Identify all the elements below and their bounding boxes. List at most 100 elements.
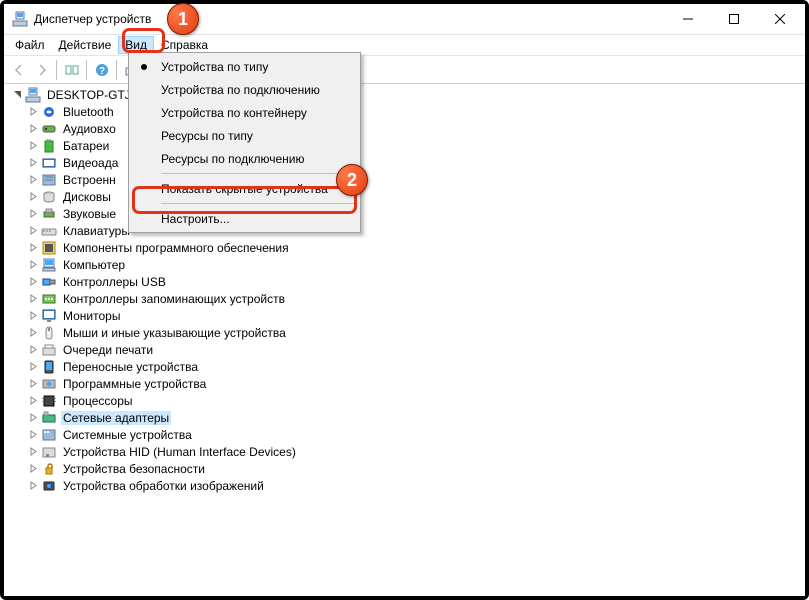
tree-item-label[interactable]: Устройства обработки изображений bbox=[61, 479, 266, 493]
dd-resources-by-type[interactable]: Ресурсы по типу bbox=[131, 124, 358, 147]
tree-item[interactable]: Устройства безопасности bbox=[6, 460, 805, 477]
dd-customize[interactable]: Настроить... bbox=[131, 207, 358, 230]
expander-icon[interactable] bbox=[26, 190, 40, 204]
expander-icon[interactable] bbox=[26, 122, 40, 136]
tree-item-label[interactable]: Дисковы bbox=[61, 190, 113, 204]
tree-item-label[interactable]: Встроенн bbox=[61, 173, 118, 187]
expander-icon[interactable] bbox=[26, 292, 40, 306]
tree-item[interactable]: Батареи bbox=[6, 137, 805, 154]
maximize-button[interactable] bbox=[711, 4, 757, 34]
expander-icon[interactable] bbox=[26, 343, 40, 357]
expander-icon[interactable] bbox=[26, 309, 40, 323]
menu-file[interactable]: Файл bbox=[8, 36, 52, 54]
tree-item-label[interactable]: Компьютер bbox=[61, 258, 127, 272]
expander-icon[interactable] bbox=[26, 173, 40, 187]
expander-icon[interactable] bbox=[26, 360, 40, 374]
expander-icon[interactable] bbox=[26, 224, 40, 238]
dd-show-hidden[interactable]: Показать скрытые устройства bbox=[131, 177, 358, 200]
tree-item-label[interactable]: Мыши и иные указывающие устройства bbox=[61, 326, 288, 340]
tree-item-label[interactable]: Программные устройства bbox=[61, 377, 208, 391]
device-icon bbox=[41, 223, 57, 239]
tree-item[interactable]: Дисковы bbox=[6, 188, 805, 205]
expander-icon[interactable] bbox=[26, 105, 40, 119]
tree-item-label[interactable]: Аудиовхо bbox=[61, 122, 118, 136]
tree-item-label[interactable]: Процессоры bbox=[61, 394, 135, 408]
tree-item[interactable]: Процессоры bbox=[6, 392, 805, 409]
tree-item-label[interactable]: Контроллеры запоминающих устройств bbox=[61, 292, 287, 306]
tree-item-label[interactable]: Сетевые адаптеры bbox=[61, 411, 171, 425]
tree-item[interactable]: Видеоада bbox=[6, 154, 805, 171]
minimize-button[interactable] bbox=[665, 4, 711, 34]
expander-icon[interactable] bbox=[26, 479, 40, 493]
tree-item-label[interactable]: Переносные устройства bbox=[61, 360, 200, 374]
expander-icon[interactable] bbox=[26, 326, 40, 340]
tree-item[interactable]: Звуковые bbox=[6, 205, 805, 222]
tb-separator bbox=[56, 60, 57, 80]
tree-item[interactable]: Компоненты программного обеспечения bbox=[6, 239, 805, 256]
device-icon bbox=[41, 240, 57, 256]
tree-item-label[interactable]: Звуковые bbox=[61, 207, 118, 221]
expander-icon[interactable] bbox=[26, 275, 40, 289]
dd-devices-by-type[interactable]: Устройства по типу bbox=[131, 55, 358, 78]
menu-action[interactable]: Действие bbox=[52, 36, 119, 54]
tree-item[interactable]: Bluetooth bbox=[6, 103, 805, 120]
tree-item-label[interactable]: Очереди печати bbox=[61, 343, 155, 357]
expander-icon[interactable] bbox=[26, 462, 40, 476]
tree-item[interactable]: Мониторы bbox=[6, 307, 805, 324]
tree-item[interactable]: Контроллеры запоминающих устройств bbox=[6, 290, 805, 307]
tree-item[interactable]: Устройства обработки изображений bbox=[6, 477, 805, 494]
expander-icon[interactable] bbox=[26, 156, 40, 170]
tree-item-label[interactable]: Клавиатуры bbox=[61, 224, 132, 238]
expander-icon[interactable] bbox=[26, 139, 40, 153]
device-icon bbox=[41, 121, 57, 137]
expander-icon[interactable] bbox=[26, 258, 40, 272]
expander-icon[interactable] bbox=[26, 377, 40, 391]
device-icon bbox=[41, 342, 57, 358]
dd-resources-by-connection[interactable]: Ресурсы по подключению bbox=[131, 147, 358, 170]
tree-item[interactable]: Переносные устройства bbox=[6, 358, 805, 375]
tree-item[interactable]: Аудиовхо bbox=[6, 120, 805, 137]
tree-item-label[interactable]: Мониторы bbox=[61, 309, 122, 323]
expander-icon[interactable] bbox=[10, 88, 24, 102]
device-icon bbox=[41, 274, 57, 290]
device-icon bbox=[41, 410, 57, 426]
tree-item[interactable]: Мыши и иные указывающие устройства bbox=[6, 324, 805, 341]
tree-item-label[interactable]: Устройства HID (Human Interface Devices) bbox=[61, 445, 298, 459]
expander-icon[interactable] bbox=[26, 428, 40, 442]
tree-item[interactable]: Контроллеры USB bbox=[6, 273, 805, 290]
expander-icon[interactable] bbox=[26, 207, 40, 221]
tree-root-label[interactable]: DESKTOP-GTJ bbox=[45, 88, 133, 102]
tree-item-label[interactable]: Видеоада bbox=[61, 156, 120, 170]
device-icon bbox=[41, 393, 57, 409]
tree-item-label[interactable]: Батареи bbox=[61, 139, 111, 153]
tree-item[interactable]: Встроенн bbox=[6, 171, 805, 188]
tree-item[interactable]: Очереди печати bbox=[6, 341, 805, 358]
device-icon bbox=[41, 427, 57, 443]
expander-icon[interactable] bbox=[26, 241, 40, 255]
tree-item[interactable]: Компьютер bbox=[6, 256, 805, 273]
tb-back-icon[interactable] bbox=[7, 58, 30, 81]
device-tree[interactable]: DESKTOP-GTJ Bluetooth Аудиовхо Батареи Виде… bbox=[4, 84, 805, 596]
expander-icon[interactable] bbox=[26, 445, 40, 459]
tree-item-label[interactable]: Системные устройства bbox=[61, 428, 194, 442]
tree-item[interactable]: Сетевые адаптеры bbox=[6, 409, 805, 426]
device-icon bbox=[41, 257, 57, 273]
tree-item-label[interactable]: Контроллеры USB bbox=[61, 275, 168, 289]
tb-show-icon[interactable] bbox=[60, 58, 83, 81]
tb-help-icon[interactable]: ? bbox=[90, 58, 113, 81]
tree-item-label[interactable]: Компоненты программного обеспечения bbox=[61, 241, 291, 255]
device-icon bbox=[41, 376, 57, 392]
close-button[interactable] bbox=[757, 4, 803, 34]
tree-item[interactable]: Системные устройства bbox=[6, 426, 805, 443]
dd-devices-by-connection[interactable]: Устройства по подключению bbox=[131, 78, 358, 101]
expander-icon[interactable] bbox=[26, 394, 40, 408]
tree-item[interactable]: Устройства HID (Human Interface Devices) bbox=[6, 443, 805, 460]
expander-icon[interactable] bbox=[26, 411, 40, 425]
dd-devices-by-container[interactable]: Устройства по контейнеру bbox=[131, 101, 358, 124]
tree-item-label[interactable]: Bluetooth bbox=[61, 105, 116, 119]
tree-item[interactable]: Клавиатуры bbox=[6, 222, 805, 239]
tree-item-label[interactable]: Устройства безопасности bbox=[61, 462, 207, 476]
tree-item[interactable]: Программные устройства bbox=[6, 375, 805, 392]
tree-root-row[interactable]: DESKTOP-GTJ bbox=[6, 86, 805, 103]
tb-forward-icon[interactable] bbox=[30, 58, 53, 81]
